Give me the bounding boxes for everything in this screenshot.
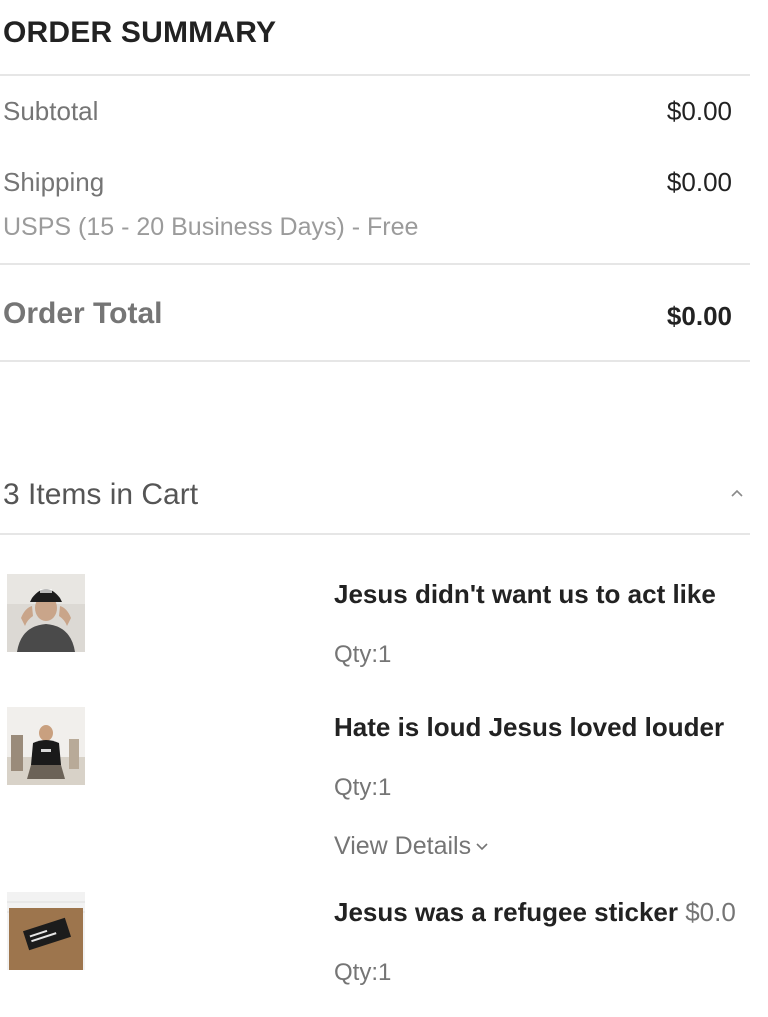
product-name-text: Jesus didn't want us to act like	[334, 579, 716, 609]
cart-items-toggle[interactable]: 3 Items in Cart	[0, 470, 750, 526]
order-summary-title: ORDER SUMMARY	[3, 16, 277, 49]
product-name-text: Hate is loud Jesus loved louder	[334, 712, 725, 742]
man-in-black-tshirt-photo	[7, 707, 85, 785]
sticker-on-cardboard-photo	[7, 892, 85, 970]
product-qty: Qty:1	[334, 641, 392, 668]
subtotal-label: Subtotal	[3, 96, 99, 126]
view-details-toggle[interactable]: View Details	[334, 832, 489, 861]
product-thumbnail[interactable]	[7, 574, 85, 652]
order-total-value: $0.00	[666, 301, 732, 331]
product-qty: Qty:1	[334, 959, 392, 986]
view-details-label: View Details	[334, 832, 472, 860]
order-total-label: Order Total	[3, 297, 163, 330]
product-thumbnail[interactable]	[7, 892, 85, 970]
product-name[interactable]: Jesus was a refugee sticker $0.0	[334, 897, 768, 928]
divider	[0, 74, 750, 76]
divider	[0, 263, 750, 265]
shipping-method: USPS (15 - 20 Business Days) - Free	[3, 213, 419, 241]
chevron-up-icon[interactable]	[730, 486, 744, 500]
product-thumbnail[interactable]	[7, 707, 85, 785]
divider	[0, 533, 750, 535]
subtotal-value: $0.00	[666, 96, 732, 126]
product-name[interactable]: Jesus didn't want us to act like	[334, 579, 768, 610]
product-name-text: Jesus was a refugee sticker	[334, 897, 686, 927]
product-price: $0.0	[685, 897, 736, 927]
shipping-label: Shipping	[3, 167, 105, 197]
product-qty: Qty:1	[334, 774, 392, 801]
chevron-down-icon	[476, 843, 488, 851]
product-name[interactable]: Hate is loud Jesus loved louder	[334, 712, 768, 743]
shipping-value: $0.00	[666, 167, 732, 197]
divider	[0, 360, 750, 362]
cart-items-title: 3 Items in Cart	[3, 478, 199, 511]
man-in-black-cap-photo	[7, 574, 85, 652]
